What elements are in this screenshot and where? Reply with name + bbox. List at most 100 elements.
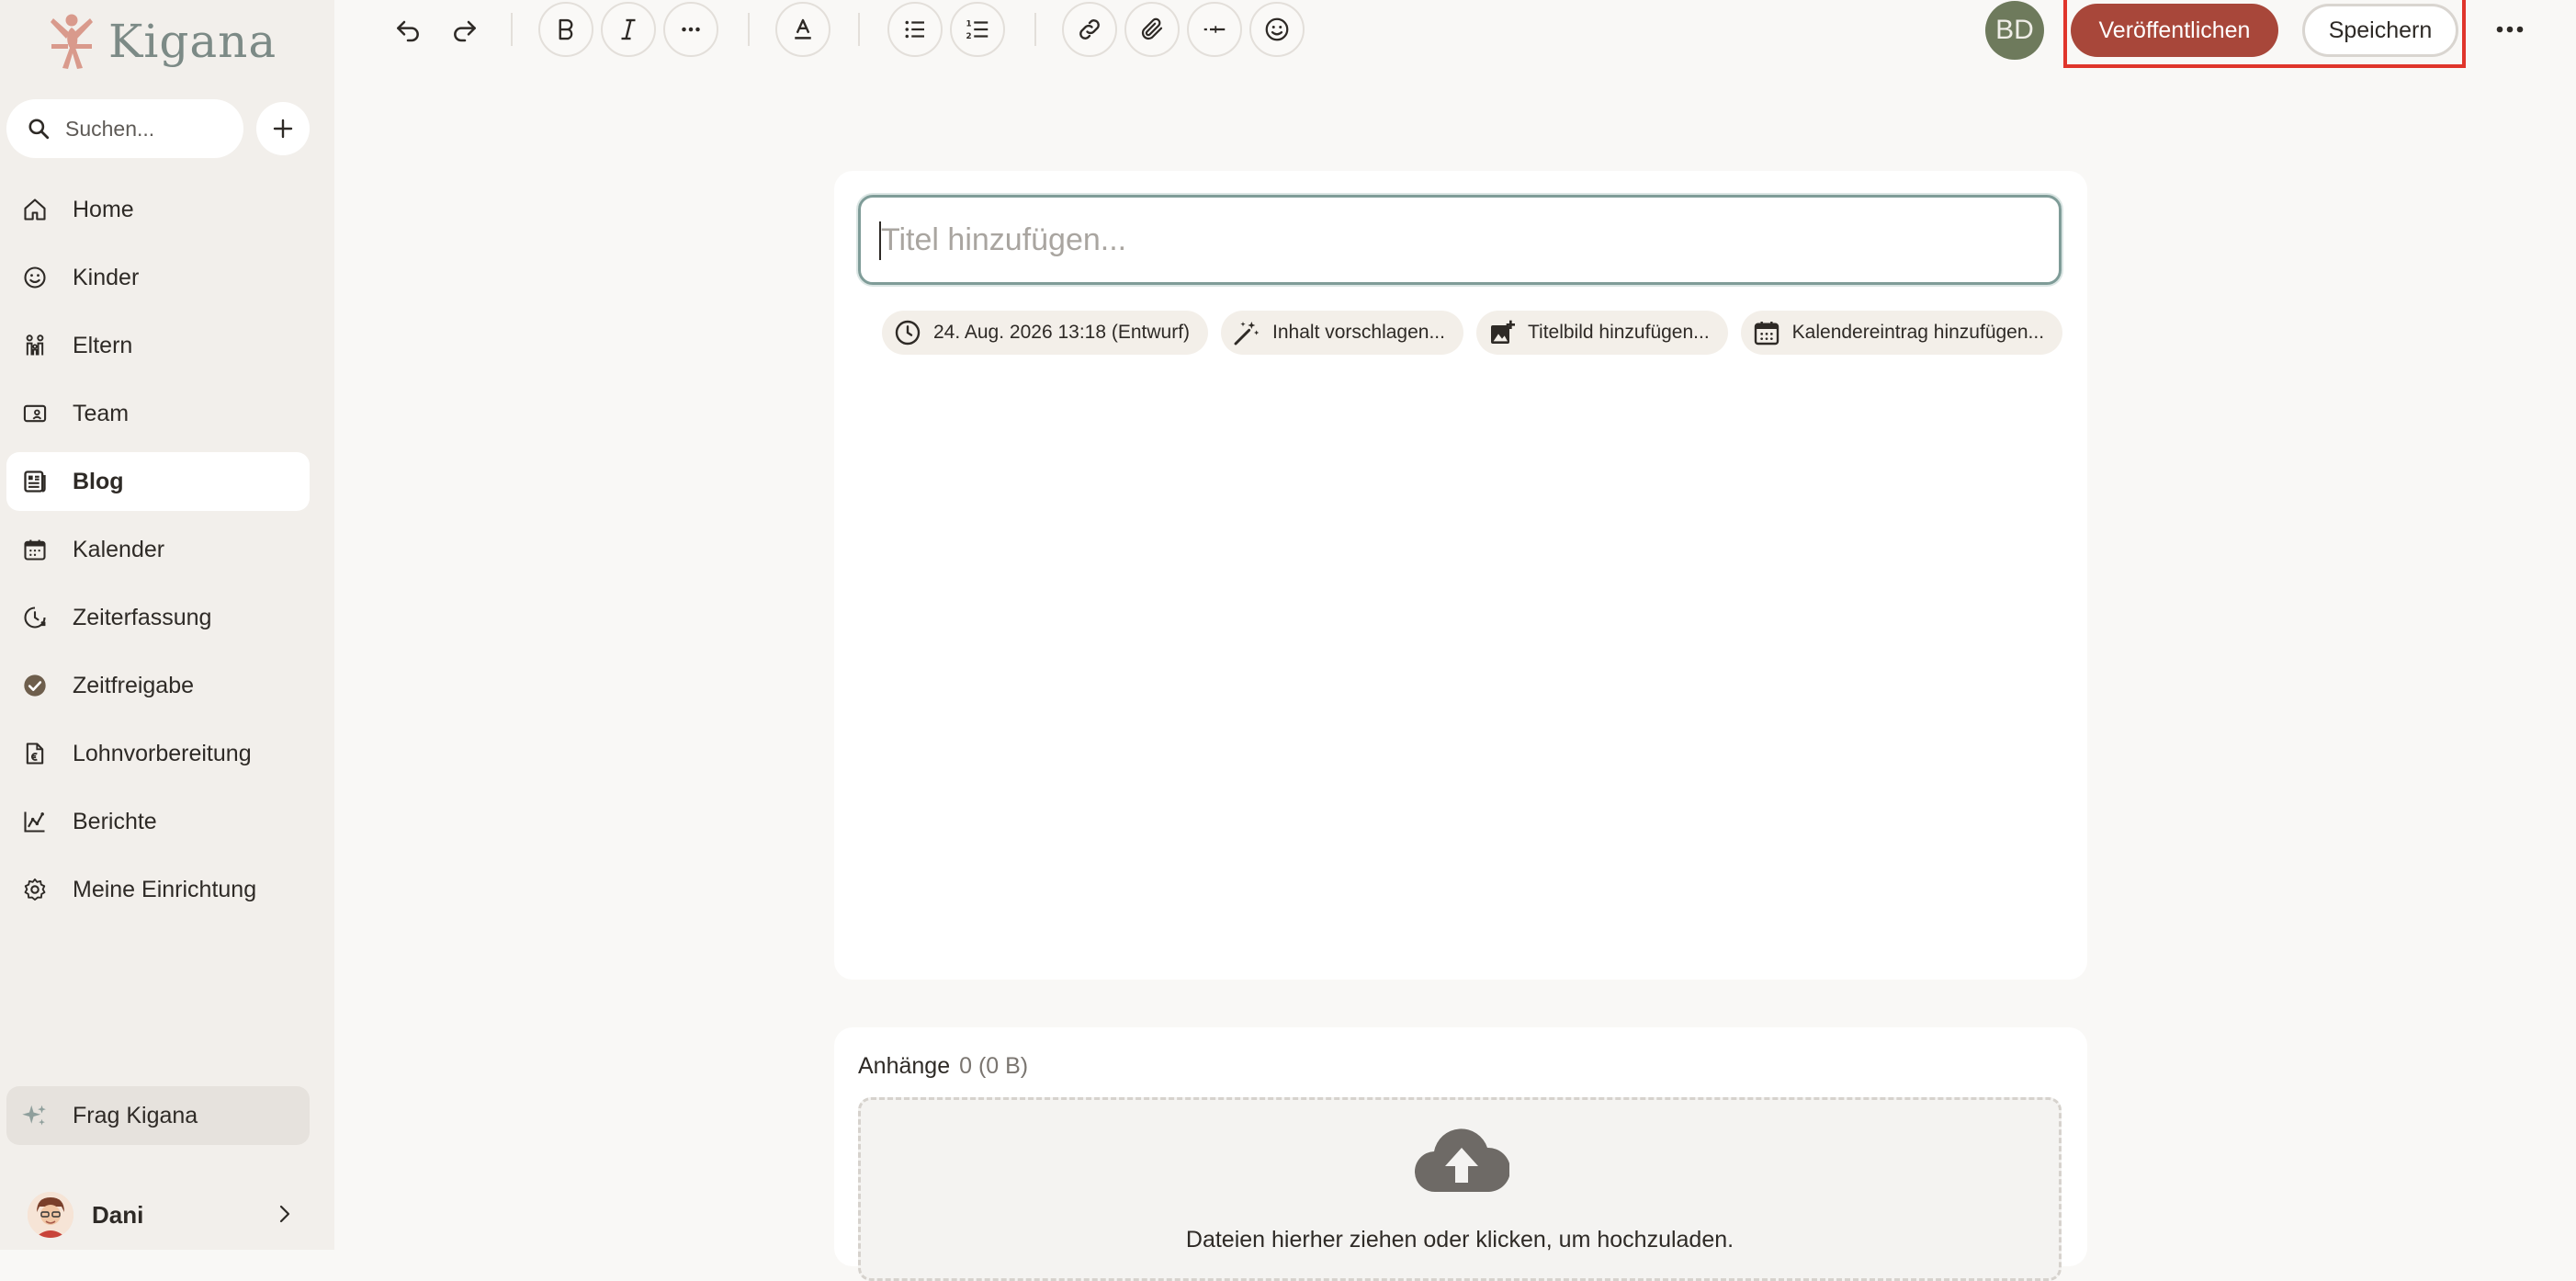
paperclip-icon (1141, 17, 1163, 40)
title-field[interactable] (858, 195, 2062, 285)
kigana-logo-icon (51, 14, 93, 69)
undo-icon (397, 20, 419, 42)
sidebar-nav: Home Kinder Eltern Team Blog Kalender Ze… (6, 180, 310, 928)
italic-icon (621, 18, 636, 40)
home-icon (24, 198, 46, 221)
sidebar-item-zeitfreigabe[interactable]: Zeitfreigabe (6, 656, 310, 715)
search-box[interactable] (6, 99, 243, 158)
more-horizontal-icon (682, 27, 700, 32)
sidebar-item-label: Blog (73, 468, 124, 494)
app-name: Kigana (108, 15, 277, 68)
sidebar-item-label: Meine Einrichtung (73, 876, 257, 902)
search-input[interactable] (63, 115, 232, 142)
emoji-icon (1265, 17, 1289, 41)
user-menu[interactable]: Dani (28, 1187, 294, 1242)
ask-kigana-label: Frag Kigana (73, 1102, 198, 1128)
family-icon (26, 334, 44, 356)
svg-text:1: 1 (966, 19, 972, 28)
calendar-entry-chip[interactable]: Kalendereintrag hinzufügen... (1740, 311, 2063, 355)
search-icon (28, 119, 50, 140)
date-chip[interactable]: 24. Aug. 2026 13:18 (Entwurf) (882, 311, 1209, 355)
divider-button[interactable] (1187, 2, 1242, 57)
calendar-icon (24, 539, 46, 561)
sidebar-item-kalender[interactable]: Kalender (6, 520, 310, 579)
calendar-icon (1754, 322, 1779, 346)
bold-button[interactable] (538, 2, 593, 57)
text-color-icon (795, 18, 811, 40)
cloud-upload-icon (1415, 1128, 1509, 1193)
app-logo[interactable]: Kigana (48, 9, 277, 74)
user-name: Dani (92, 1200, 144, 1229)
editor-card: 24. Aug. 2026 13:18 (Entwurf) Inhalt vor… (834, 171, 2087, 980)
post-meta-chips: 24. Aug. 2026 13:18 (Entwurf) Inhalt vor… (882, 311, 2075, 355)
magic-wand-icon (1234, 322, 1260, 346)
sidebar-item-label: Berichte (73, 808, 157, 834)
blog-icon (24, 470, 46, 493)
attachments-header: Anhänge 0 (0 B) (858, 1053, 1028, 1080)
sidebar-item-lohnvorbereitung[interactable]: Lohnvorbereitung (6, 724, 310, 783)
sidebar-item-blog[interactable]: Blog (6, 452, 310, 511)
add-image-icon (1490, 320, 1515, 344)
sidebar-item-label: Kinder (73, 264, 140, 290)
sparkle-icon (22, 1105, 46, 1126)
link-icon (1079, 19, 1100, 40)
ask-kigana-button[interactable]: Frag Kigana (6, 1086, 310, 1145)
more-horizontal-icon (2496, 26, 2524, 33)
sidebar-item-team[interactable]: Team (6, 384, 310, 443)
link-button[interactable] (1062, 2, 1117, 57)
sidebar-item-label: Kalender (73, 536, 165, 562)
text-caret (879, 221, 881, 260)
add-button[interactable] (256, 102, 310, 155)
toolbar-divider (748, 13, 750, 46)
sidebar-item-kinder[interactable]: Kinder (6, 248, 310, 307)
sidebar-item-label: Home (73, 196, 134, 222)
plus-icon (273, 119, 293, 139)
suggest-content-label: Inhalt vorschlagen... (1272, 322, 1445, 343)
sidebar-item-home[interactable]: Home (6, 180, 310, 239)
avatar (28, 1192, 73, 1238)
attachments-count: 0 (0 B) (959, 1053, 1029, 1079)
text-color-button[interactable] (775, 2, 830, 57)
chart-icon (24, 811, 45, 833)
sidebar-item-eltern[interactable]: Eltern (6, 316, 310, 375)
check-circle-icon (24, 675, 46, 697)
bold-icon (559, 18, 573, 40)
sidebar-item-label: Zeitfreigabe (73, 672, 195, 698)
toolbar-divider (858, 13, 860, 46)
avatar[interactable]: BD (1985, 1, 2044, 60)
date-chip-label: 24. Aug. 2026 13:18 (Entwurf) (933, 322, 1191, 343)
sidebar-item-berichte[interactable]: Berichte (6, 792, 310, 851)
id-card-icon (23, 404, 47, 423)
attachments-card: Anhänge 0 (0 B) Dateien hierher ziehen od… (834, 1027, 2087, 1281)
publish-button[interactable]: Veröffentlichen (2071, 4, 2278, 57)
numbered-list-button[interactable]: 12 (950, 2, 1005, 57)
smiley-icon (24, 266, 46, 289)
sidebar-item-label: Team (73, 400, 130, 426)
more-formatting-button[interactable] (663, 2, 718, 57)
redo-button[interactable] (437, 2, 492, 57)
toolbar-divider (511, 13, 513, 46)
italic-button[interactable] (601, 2, 656, 57)
bullet-list-button[interactable] (887, 2, 943, 57)
save-button[interactable]: Speichern (2302, 4, 2458, 57)
sidebar-item-label: Eltern (73, 332, 133, 358)
redo-icon (454, 20, 476, 42)
file-dropzone[interactable]: Dateien hierher ziehen oder klicken, um … (858, 1097, 2062, 1281)
suggest-content-chip[interactable]: Inhalt vorschlagen... (1221, 311, 1463, 355)
sidebar-item-zeiterfassung[interactable]: Zeiterfassung (6, 588, 310, 647)
more-options-button[interactable] (2491, 13, 2528, 46)
sidebar-item-label: Zeiterfassung (73, 604, 212, 630)
undo-button[interactable] (380, 2, 435, 57)
title-input[interactable] (879, 221, 2022, 259)
emoji-button[interactable] (1249, 2, 1305, 57)
clock-icon (24, 606, 46, 629)
toolbar-divider (1034, 13, 1036, 46)
clock-icon (895, 320, 921, 346)
attachments-label: Anhänge (858, 1053, 951, 1079)
cover-image-chip[interactable]: Titelbild hinzufügen... (1475, 311, 1728, 355)
horizontal-rule-icon (1203, 26, 1226, 33)
payroll-doc-icon (26, 743, 44, 765)
bullet-list-icon (905, 20, 924, 39)
attach-button[interactable] (1124, 2, 1180, 57)
sidebar-item-meine-einrichtung[interactable]: Meine Einrichtung (6, 860, 310, 919)
